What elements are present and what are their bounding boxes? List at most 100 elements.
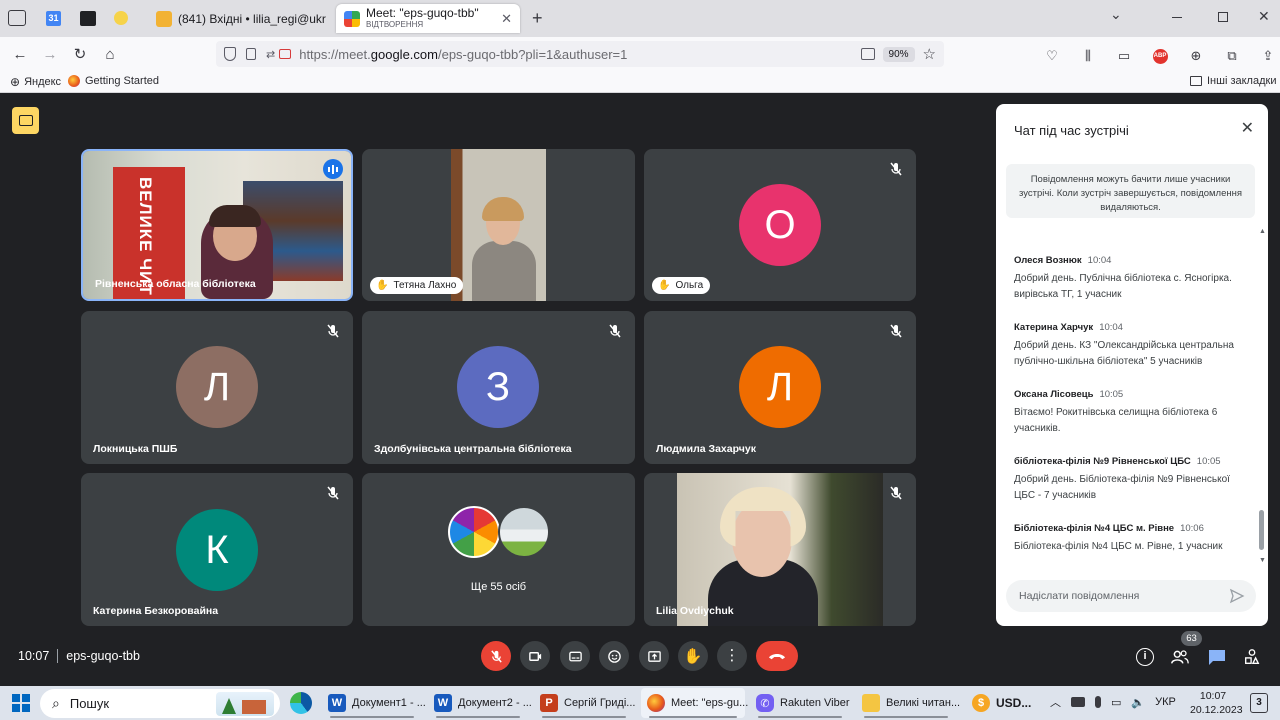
mail-icon (156, 10, 172, 27)
close-chat-icon[interactable]: ✕ (1241, 118, 1254, 138)
microphone-icon[interactable] (1095, 696, 1101, 708)
taskbar-app-word1[interactable]: W Документ1 - ... (322, 688, 426, 718)
meet-icon (344, 10, 360, 27)
library-icon[interactable]: ⫼ (1076, 44, 1100, 68)
reader-icon[interactable]: ▭ (1112, 44, 1136, 68)
permissions-icon[interactable]: ⇄ (266, 48, 275, 61)
bookmark-getting-started[interactable]: Getting Started (68, 75, 159, 87)
start-icon[interactable] (12, 694, 30, 712)
participant-tile-zdolbuniv[interactable]: З Здолбунівська центральна бібліотека (362, 311, 635, 464)
camera-blocked-icon[interactable] (279, 49, 292, 59)
participant-tile-kateryna[interactable]: К Катерина Безкоровайна (81, 473, 353, 626)
participant-tile-loknytska[interactable]: Л Локницька ПШБ (81, 311, 353, 464)
bookmark-yandex[interactable]: ⊕ Яндекс (10, 75, 61, 89)
activities-button[interactable] (1243, 648, 1263, 668)
participants-button[interactable] (1170, 648, 1192, 668)
tab-ukrnet-mail[interactable]: (841) Вхідні • lilia_regi@ukr.net (148, 4, 334, 33)
message-time: 10:06 (1180, 523, 1204, 534)
close-window-icon[interactable]: ✕ (1258, 8, 1270, 25)
tab-overflow-icon[interactable]: ⌄ (1110, 6, 1122, 23)
chat-icon (1209, 650, 1225, 665)
participant-tile-library[interactable]: ВЕЛИКЕ ЧИТ Рівненська обласна бібліотека (81, 149, 353, 301)
participant-count-badge: 63 (1181, 631, 1202, 646)
mic-toggle-button[interactable] (481, 641, 511, 671)
tab-list-icon[interactable] (8, 10, 26, 26)
send-icon[interactable] (1229, 588, 1245, 604)
reload-icon[interactable]: ↻ (68, 42, 92, 66)
participant-avatar-logo (448, 506, 500, 558)
shield-icon[interactable] (224, 47, 236, 61)
new-tab-icon[interactable]: + (532, 8, 543, 29)
video-tab-icon[interactable] (80, 11, 96, 26)
participant-tile-others[interactable]: Ще 55 осіб (362, 473, 635, 626)
avatar: Л (739, 346, 821, 428)
restore-icon[interactable] (1218, 12, 1228, 22)
sun-tab-icon[interactable] (114, 11, 128, 25)
present-screen-button[interactable] (639, 641, 669, 671)
leave-call-button[interactable] (756, 641, 798, 671)
calendar-tab-icon[interactable]: 31 (46, 11, 61, 26)
home-icon[interactable]: ⌂ (98, 42, 122, 66)
share-icon[interactable]: ⇪ (1256, 44, 1280, 68)
lock-icon[interactable] (246, 48, 256, 60)
taskbar-search[interactable]: ⌕ Пошук (40, 689, 280, 718)
message-time: 10:04 (1099, 322, 1123, 333)
taskbar-app-firefox[interactable]: Meet: "eps-gu... (641, 688, 748, 718)
adblock-icon[interactable]: ABP (1148, 44, 1172, 68)
volume-icon[interactable]: 🔈 (1131, 696, 1145, 709)
raise-hand-button[interactable]: ✋ (678, 641, 708, 671)
participant-tile-liudmyla[interactable]: Л Людмила Захарчук (644, 311, 916, 464)
back-icon[interactable]: ← (8, 42, 32, 66)
chevron-up-icon[interactable]: ︿ (1050, 694, 1061, 710)
network-icon[interactable]: ▭ (1111, 696, 1121, 709)
taskbar-app-viber[interactable]: ✆ Rakuten Viber (750, 688, 850, 718)
chat-notice: Повідомлення можуть бачити лише учасники… (1006, 164, 1255, 218)
captions-button[interactable] (560, 641, 590, 671)
language-indicator[interactable]: УКР (1155, 696, 1176, 708)
url-prefix: https://meet. (299, 46, 371, 62)
forward-icon[interactable]: → (38, 42, 62, 66)
hide-self-view-icon[interactable] (12, 107, 39, 134)
powerpoint-icon: P (540, 694, 558, 712)
chat-button[interactable] (1207, 647, 1227, 667)
participant-tile-lilia[interactable]: Lilia Ovdiychuk (644, 473, 916, 626)
edge-icon[interactable] (290, 692, 312, 714)
reactions-button[interactable] (599, 641, 629, 671)
bookmark-star-icon[interactable]: ☆ (923, 45, 936, 63)
taskbar-app-folder[interactable]: Великі читан... (856, 688, 960, 718)
currency-icon: $ (972, 694, 990, 712)
message-time: 10:04 (1087, 255, 1112, 266)
participant-avatar-building (498, 506, 550, 558)
notifications-icon[interactable]: 3 (1250, 693, 1268, 713)
zoom-level[interactable]: 90% (882, 46, 915, 62)
tab-meet[interactable]: Meet: "eps-guqo-tbb" ВІДТВОРЕННЯ ✕ (336, 4, 520, 33)
chat-scrollbar[interactable]: ▲ ▼ (1257, 228, 1266, 564)
minimize-icon[interactable] (1172, 17, 1182, 18)
pocket-icon[interactable]: ♡ (1040, 44, 1064, 68)
camera-toggle-button[interactable] (520, 641, 550, 671)
message-time: 10:05 (1196, 456, 1221, 467)
participant-tile-tetiana[interactable]: ✋ Тетяна Лахно (362, 149, 635, 301)
message-sender: бібліотека-філія №9 Рівненської ЦБС (1014, 456, 1191, 467)
extensions-icon[interactable]: ⧉ (1220, 44, 1244, 68)
taskbar-app-word2[interactable]: W Документ2 - ... (428, 688, 532, 718)
participant-tile-olha[interactable]: О ✋ Ольга (644, 149, 916, 301)
bookmark-label: Getting Started (85, 75, 159, 87)
screen-share-indicator-icon[interactable] (860, 48, 875, 60)
taskbar-currency-widget[interactable]: $ USD... (966, 688, 1036, 718)
avatar: З (457, 346, 539, 428)
chat-message: бібліотека-філія №9 Рівненської ЦБС 10:05… (1014, 451, 1246, 518)
close-tab-icon[interactable]: ✕ (501, 11, 512, 27)
clock[interactable]: 10:07 20.12.2023 (1190, 689, 1243, 717)
meet-tray-icon[interactable] (1071, 697, 1085, 707)
url-bar[interactable]: ⇄ https://meet. google.com/eps-guqo-tbb?p… (216, 41, 944, 67)
other-bookmarks[interactable]: Інші закладки (1190, 75, 1276, 87)
meeting-details-icon[interactable]: i (1136, 648, 1154, 666)
message-time: 10:05 (1099, 389, 1124, 400)
globe-icon[interactable]: ⊕ (1184, 44, 1208, 68)
taskbar-app-powerpoint[interactable]: P Сергій Гриді... (534, 688, 635, 718)
scrollbar-thumb[interactable] (1259, 510, 1264, 550)
more-options-button[interactable]: ⋮ (717, 641, 747, 671)
activities-icon (1245, 649, 1260, 664)
chat-input[interactable]: Надіслати повідомлення (1006, 580, 1256, 612)
